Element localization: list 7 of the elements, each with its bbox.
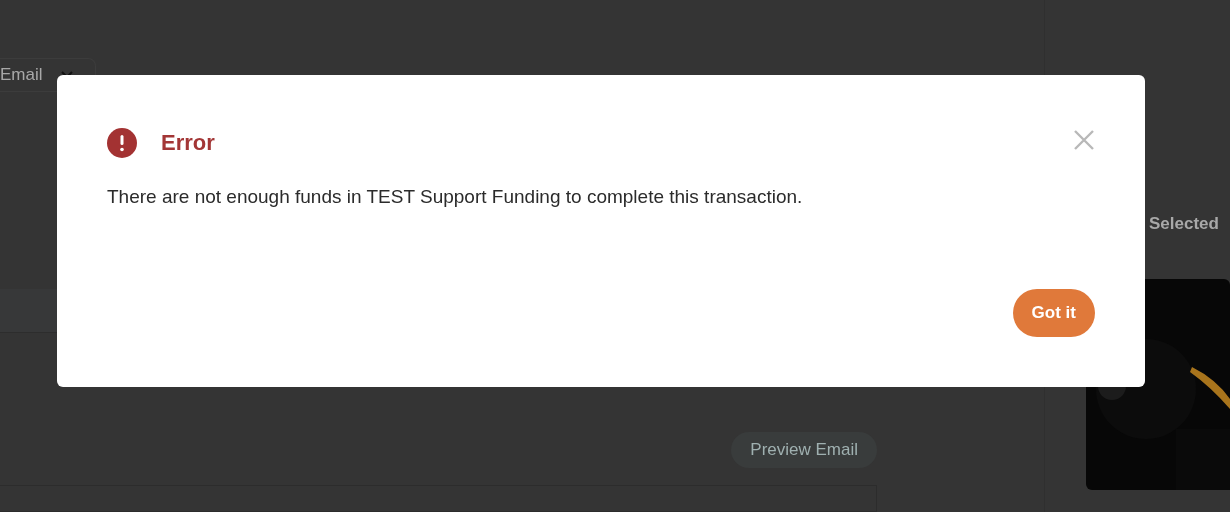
preview-email-button[interactable]: Preview Email — [731, 431, 877, 468]
got-it-button[interactable]: Got it — [1012, 289, 1095, 337]
error-icon — [107, 128, 137, 158]
error-message: There are not enough funds in TEST Support Funding to complete this transaction. — [107, 186, 804, 208]
dialog-title: Error — [161, 130, 216, 156]
close-button[interactable] — [1073, 129, 1095, 151]
panel-heading: Selected — [1148, 214, 1220, 235]
